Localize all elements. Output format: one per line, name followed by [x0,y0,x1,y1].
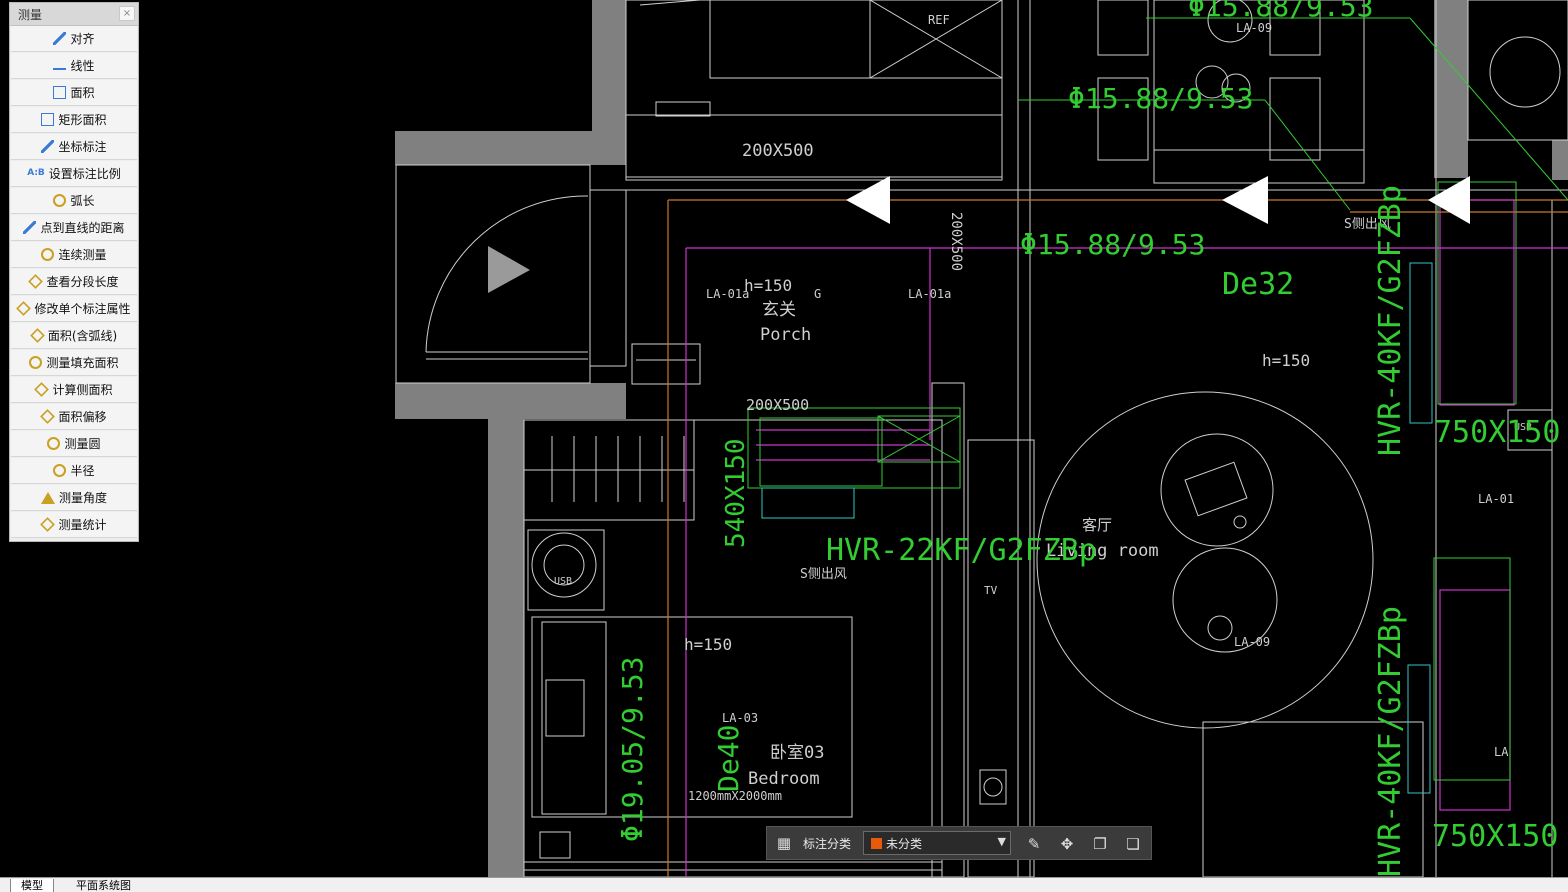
paste-icon[interactable]: ❏ [1120,831,1146,857]
duct-label-750-2: 750X150 [1432,819,1558,854]
annotation-category-select[interactable]: 未分类 ▼ [863,831,1011,855]
living-label-cn: 客厅 [1082,516,1112,534]
outlet-label-1: S侧出风 [800,567,847,582]
duct-label-2: 200X500 [746,396,809,414]
bedroom-label-en: Bedroom [748,769,820,789]
duct-label-vertical: 200X500 [948,212,964,271]
pipe-label-de40: De40 [712,725,745,792]
panel-title: 测量 [18,8,43,22]
pipe-label-2: Φ15.88/9.53 [1068,82,1253,115]
tag-la-right: LA [1494,745,1509,759]
tag-la01a-2: LA-01a [908,287,951,301]
height-label-bedroom: h=150 [684,635,732,654]
annotation-category-value: 未分类 [886,836,923,851]
tag-la09: LA-09 [1234,635,1270,649]
tool-scale[interactable]: A:B 设置标注比例 [11,161,137,187]
linear-dimension-icon [53,61,67,70]
scale-icon: A:B [27,168,45,178]
category-color-swatch [871,837,882,849]
fill-area-icon [29,356,43,369]
tool-area-offset[interactable]: 面积偏移 [11,404,137,430]
porch-label-cn: 玄关 [762,300,796,320]
radius-icon [53,464,67,477]
copy-icon[interactable]: ❐ [1087,831,1113,857]
duct-label-540: 540X150 [721,438,751,548]
panel-title-bar[interactable]: 测量 × [10,3,138,26]
move-icon[interactable]: ✥ [1054,831,1080,857]
close-icon[interactable]: × [119,6,135,21]
annotation-category-label: 标注分类 [803,836,852,851]
duct-label-1: 200X500 [742,141,814,161]
tag-la01: LA-01 [1478,492,1514,506]
tool-aligned[interactable]: 对齐 [11,26,137,52]
tool-side-area[interactable]: 计算侧面积 [11,377,137,403]
tool-fill-area[interactable]: 测量填充面积 [11,350,137,376]
tab-plan-system[interactable]: 平面系统图 [72,879,135,892]
unit-label-2: HVR-40KF/G2FZBp [1373,185,1408,456]
tag-tv: TV [984,584,998,597]
circle-measure-icon [47,437,61,450]
door-swing-arrow [488,246,530,293]
layout-tabs: 模型 平面系统图 [0,877,1568,892]
tool-radius[interactable]: 半径 [11,458,137,484]
pipe-label-3: Φ15.88/9.53 [1020,228,1205,261]
tool-statistics[interactable]: 测量统计 [11,512,137,538]
statistics-icon [40,517,56,532]
rect-area-icon [41,113,55,126]
tool-circle-measure[interactable]: 测量圆 [11,431,137,457]
tool-continuous-measure[interactable]: 连续测量 [11,242,137,268]
tool-segment-length[interactable]: 查看分段长度 [11,269,137,295]
tag-la03: LA-03 [722,711,758,725]
annotation-toolbar: ▦ 标注分类 未分类 ▼ ✎ ✥ ❐ ❏ [766,826,1152,860]
chevron-down-icon: ▼ [997,835,1006,848]
pipe-label-vertical: Φ19.05/9.53 [616,657,649,842]
segment-length-icon [28,274,44,289]
duct-label-750-1: 750X150 [1434,415,1560,450]
unit-label-1: HVR-22KF/G2FZBp [826,533,1097,568]
tag-ref: REF [928,13,950,27]
tool-coordinate[interactable]: 坐标标注 [11,134,137,160]
tool-arc-length[interactable]: 弧长 [11,188,137,214]
tag-la01a: LA-01a [706,287,749,301]
edit-icon[interactable]: ✎ [1021,831,1047,857]
area-offset-icon [40,409,56,424]
tag-g: G [814,287,821,301]
height-label-living: h=150 [1262,351,1310,370]
tool-area[interactable]: 面积 [11,80,137,106]
tag-la09-top: LA-09 [1236,21,1272,35]
bedroom-label-cn: 卧室03 [770,743,824,763]
pipe-label-de32: De32 [1222,267,1294,302]
porch-label-en: Porch [760,325,811,345]
arc-length-icon [53,194,67,207]
grid-icon[interactable]: ▦ [771,830,797,856]
tool-rect-area[interactable]: 矩形面积 [11,107,137,133]
cad-drawing-canvas[interactable]: 玄关 Porch 客厅 Living room 卧室03 Bedroom 120… [0,0,1568,891]
area-icon [53,86,67,99]
tool-edit-annotation[interactable]: 修改单个标注属性 [11,296,137,322]
aligned-dimension-icon [53,32,67,45]
pipe-label-top: Φ15.88/9.53 [1188,0,1373,23]
arc-area-icon [29,328,45,343]
tag-usb: USB [554,576,572,587]
continuous-measure-icon [41,248,55,261]
tool-arc-area[interactable]: 面积(含弧线) [11,323,137,349]
edit-annotation-icon [16,301,32,316]
tool-angle[interactable]: 测量角度 [11,485,137,511]
height-label-porch: h=150 [744,276,792,295]
point-line-distance-icon [23,221,37,234]
tool-point-line-distance[interactable]: 点到直线的距离 [11,215,137,241]
side-area-icon [34,382,50,397]
measure-panel: 测量 × 对齐 线性 面积 矩形面积 坐标标注 A:B 设置标注比例 弧长 点到直… [9,2,139,542]
unit-label-3: HVR-40KF/G2FZBp [1373,606,1408,877]
tab-model[interactable]: 模型 [10,879,54,892]
coordinate-icon [41,140,55,153]
angle-icon [40,491,55,504]
tool-linear[interactable]: 线性 [11,53,137,79]
